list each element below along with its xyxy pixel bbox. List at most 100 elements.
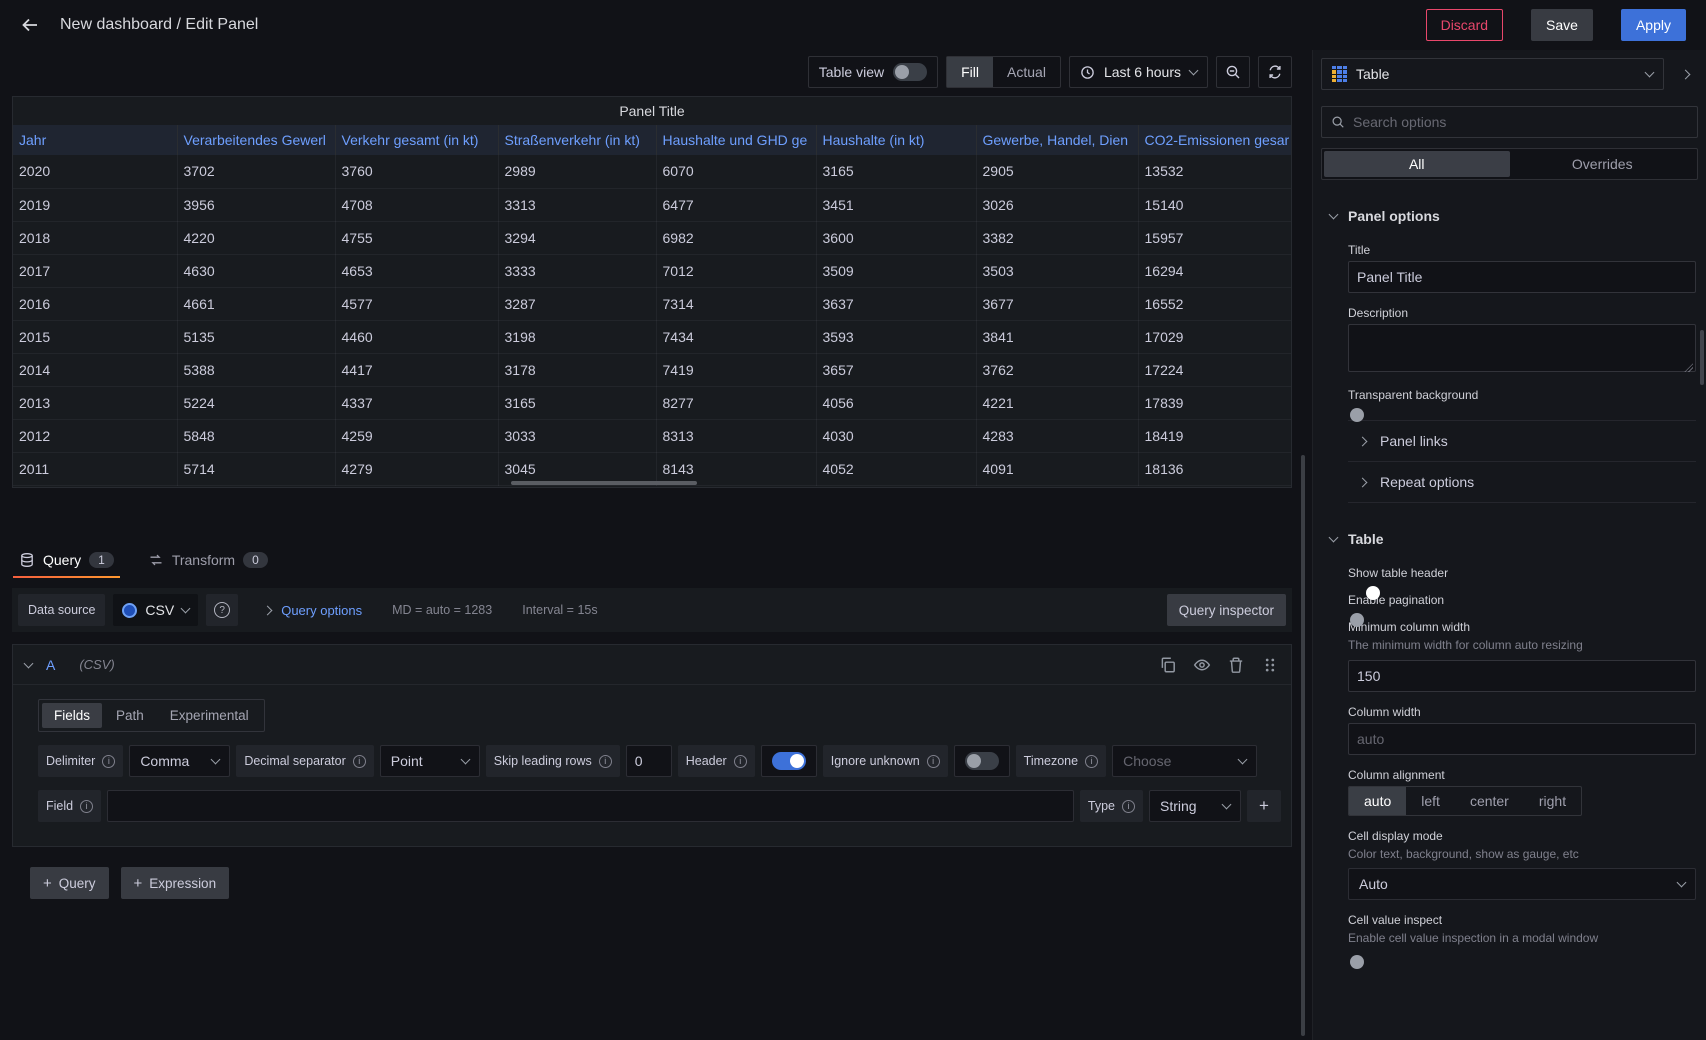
query-inspector-button[interactable]: Query inspector: [1167, 594, 1286, 626]
description-textarea[interactable]: [1348, 324, 1696, 372]
table-view-toggle[interactable]: [893, 63, 927, 81]
tab-query[interactable]: Query 1: [13, 544, 120, 578]
table-cell: 3165: [816, 155, 976, 188]
column-header-2[interactable]: Verarbeitendes Gewerl: [177, 125, 335, 155]
table-cell: 2013: [13, 386, 177, 419]
ignore-unknown-toggle[interactable]: [965, 752, 999, 770]
filter-tab-overrides[interactable]: Overrides: [1510, 151, 1696, 177]
column-header-5[interactable]: Haushalte und GHD ge: [656, 125, 816, 155]
resize-handle-icon[interactable]: [1684, 363, 1693, 372]
workspace: Table view Fill Actual Last 6 hours: [0, 50, 1706, 1040]
table-cell: 3637: [816, 287, 976, 320]
section-table[interactable]: Table: [1313, 525, 1706, 553]
table-cell: 5224: [177, 386, 335, 419]
time-range-picker[interactable]: Last 6 hours: [1069, 56, 1208, 88]
collapse-sidebar-button[interactable]: [1672, 58, 1698, 90]
tab-transform[interactable]: Transform 0: [142, 544, 274, 578]
add-query-button[interactable]: Query: [30, 867, 109, 899]
fill-option[interactable]: Fill: [947, 57, 993, 87]
drag-handle-icon[interactable]: [1261, 656, 1279, 674]
sidebar-scrollbar[interactable]: [1700, 330, 1704, 385]
vertical-scrollbar[interactable]: [1301, 455, 1305, 1036]
datasource-picker[interactable]: CSV: [113, 594, 198, 626]
table-cell: 2011: [13, 452, 177, 485]
table-cell: 15957: [1138, 221, 1291, 254]
column-width-input[interactable]: [1348, 723, 1696, 755]
hide-query-icon[interactable]: [1193, 656, 1211, 674]
duplicate-query-icon[interactable]: [1159, 656, 1177, 674]
visualization-picker[interactable]: Table: [1321, 58, 1664, 90]
field-input[interactable]: [107, 790, 1074, 822]
decimal-value: Point: [391, 753, 423, 769]
alignment-option-left[interactable]: left: [1406, 787, 1455, 815]
min-column-width-input[interactable]: [1348, 660, 1696, 692]
alignment-option-right[interactable]: right: [1524, 787, 1581, 815]
delete-query-icon[interactable]: [1227, 656, 1245, 674]
fill-actual-group: Fill Actual: [946, 56, 1061, 88]
breadcrumb: New dashboard / Edit Panel: [60, 16, 258, 34]
panel-links-label: Panel links: [1380, 433, 1448, 449]
skip-rows-input[interactable]: [626, 745, 672, 777]
table-cell: 3600: [816, 221, 976, 254]
main-area: Table view Fill Actual Last 6 hours: [0, 50, 1312, 1040]
timezone-select[interactable]: Choose: [1112, 745, 1257, 777]
header-toggle[interactable]: [772, 752, 806, 770]
field-label: Field: [38, 790, 101, 822]
discard-button[interactable]: Discard: [1426, 9, 1503, 41]
table-cell: 4052: [816, 452, 976, 485]
info-icon: [927, 755, 940, 768]
alignment-option-center[interactable]: center: [1455, 787, 1524, 815]
column-header-3[interactable]: Verkehr gesamt (in kt): [335, 125, 498, 155]
apply-button[interactable]: Apply: [1621, 9, 1686, 41]
refresh-button[interactable]: [1258, 56, 1292, 88]
column-width-label: Column width: [1348, 705, 1696, 719]
options-search-input[interactable]: [1353, 114, 1688, 130]
alignment-option-auto[interactable]: auto: [1349, 787, 1406, 815]
column-header-6[interactable]: Haushalte (in kt): [816, 125, 976, 155]
cell-display-mode-select[interactable]: Auto: [1348, 868, 1696, 900]
filter-tab-all[interactable]: All: [1324, 151, 1510, 177]
section-panel-options[interactable]: Panel options: [1313, 202, 1706, 230]
column-header-8[interactable]: CO2-Emissionen gesar: [1138, 125, 1291, 155]
info-icon: [80, 800, 93, 813]
plus-icon: [134, 875, 143, 892]
type-select[interactable]: String: [1149, 790, 1241, 822]
chevron-down-icon: [211, 755, 221, 765]
actual-option[interactable]: Actual: [993, 57, 1060, 87]
options-search[interactable]: [1321, 106, 1698, 138]
query-card-header[interactable]: A (CSV): [13, 645, 1291, 685]
table-cell: 2014: [13, 353, 177, 386]
column-header-4[interactable]: Straßenverkehr (in kt): [498, 125, 656, 155]
table-cell: 4708: [335, 188, 498, 221]
table-view-label: Table view: [819, 64, 884, 80]
table-view-group: Table view: [808, 56, 938, 88]
tab-experimental[interactable]: Experimental: [158, 703, 261, 728]
column-alignment-group: auto left center right: [1348, 786, 1582, 816]
save-button[interactable]: Save: [1531, 9, 1593, 41]
column-header-7[interactable]: Gewerbe, Handel, Dien: [976, 125, 1138, 155]
query-options-toggle[interactable]: Query options: [264, 603, 362, 618]
decimal-separator-select[interactable]: Point: [380, 745, 480, 777]
add-expression-button[interactable]: Expression: [121, 867, 230, 899]
repeat-options-section[interactable]: Repeat options: [1348, 461, 1696, 503]
ignore-unknown-toggle-box: [954, 745, 1010, 777]
column-header-1[interactable]: Jahr: [13, 125, 177, 155]
table-row: 201646614577328773143637367716552: [13, 287, 1291, 320]
panel-title-input[interactable]: [1348, 261, 1696, 293]
table-cell: 4030: [816, 419, 976, 452]
datasource-help-button[interactable]: [206, 594, 238, 626]
tab-path[interactable]: Path: [104, 703, 156, 728]
tab-fields[interactable]: Fields: [42, 703, 102, 728]
delimiter-select[interactable]: Comma: [129, 745, 230, 777]
panel-title[interactable]: Panel Title: [13, 97, 1291, 125]
horizontal-scrollbar[interactable]: [511, 481, 697, 485]
zoom-out-button[interactable]: [1216, 56, 1250, 88]
back-button[interactable]: [16, 11, 44, 39]
table-row: 201939564708331364773451302615140: [13, 188, 1291, 221]
cell-value-inspect-desc: Enable cell value inspection in a modal …: [1348, 931, 1696, 947]
panel-links-section[interactable]: Panel links: [1348, 420, 1696, 461]
info-icon: [102, 755, 115, 768]
table-cell: 13532: [1138, 155, 1291, 188]
add-field-button[interactable]: [1247, 790, 1281, 822]
transform-icon: [148, 552, 164, 568]
